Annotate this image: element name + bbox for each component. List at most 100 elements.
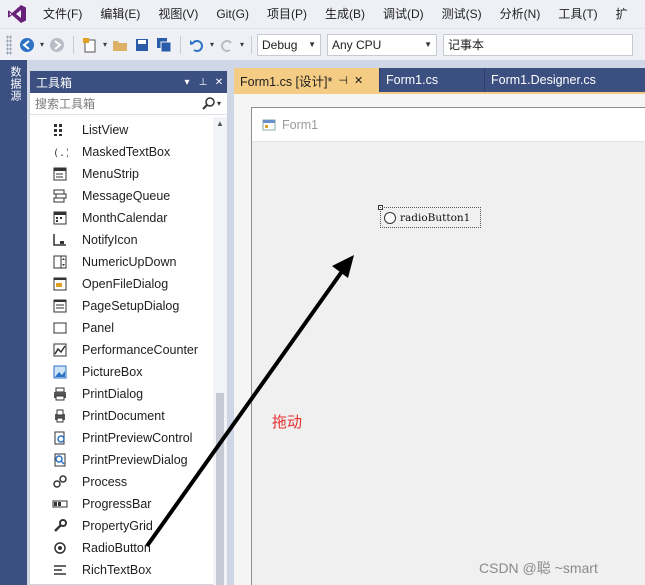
new-project-icon[interactable]: [80, 35, 100, 55]
scroll-up-icon[interactable]: ▲: [216, 119, 224, 128]
tab-form1-design[interactable]: Form1.cs [设计]* ⊣ ✕: [234, 68, 380, 92]
back-icon[interactable]: [17, 35, 37, 55]
toolbox-search-input[interactable]: [35, 96, 199, 111]
visual-studio-logo-icon[interactable]: [0, 0, 34, 28]
forward-icon[interactable]: [47, 35, 67, 55]
toolbox-item-label: PropertyGrid: [82, 519, 153, 533]
redo-dropdown-icon[interactable]: ▾: [238, 35, 246, 55]
search-icon[interactable]: [199, 97, 217, 110]
window-position-dropdown-icon[interactable]: ▾: [179, 77, 195, 88]
toolbox-item-menustrip[interactable]: MenuStrip: [30, 163, 212, 185]
toolbox-item-picturebox[interactable]: PictureBox: [30, 361, 212, 383]
document-tabs: Form1.cs [设计]* ⊣ ✕ Form1.cs Form1.Design…: [234, 68, 645, 92]
toolbox-item-label: PrintPreviewControl: [82, 431, 193, 445]
pin-icon[interactable]: ⊥: [195, 77, 211, 88]
save-all-icon[interactable]: [154, 35, 174, 55]
toolbox-item-printpreviewcontrol[interactable]: PrintPreviewControl: [30, 427, 212, 449]
menu-item[interactable]: 扩: [607, 0, 637, 28]
printdialog-icon: [52, 386, 68, 402]
tab-form1-cs[interactable]: Form1.cs: [380, 68, 485, 92]
propertygrid-icon: [52, 518, 68, 534]
menu-item[interactable]: 测试(S): [433, 0, 491, 28]
tab-label: Form1.cs: [386, 73, 439, 87]
toolbox-item-notifyicon[interactable]: NotifyIcon: [30, 229, 212, 251]
solution-config-value: Debug: [262, 37, 298, 52]
monthcalendar-icon: [52, 210, 68, 226]
startup-project-select[interactable]: 记事本: [443, 33, 633, 56]
toolbox-item-numericupdown[interactable]: NumericUpDown: [30, 251, 212, 273]
back-dropdown-icon[interactable]: ▾: [38, 35, 46, 55]
radiobutton-icon: [52, 540, 68, 556]
watermark: CSDN @聪 ~smart: [479, 560, 598, 576]
toolbox-item-label: PrintDialog: [82, 387, 144, 401]
menu-bar: 文件(F) 编辑(E) 视图(V) Git(G) 项目(P) 生成(B) 调试(D) 测试(S…: [0, 0, 645, 28]
tab-form1-designer-cs[interactable]: Form1.Designer.cs: [485, 68, 645, 92]
messagequeue-icon: [52, 188, 68, 204]
redo-icon[interactable]: [217, 35, 237, 55]
toolbox-item-propertygrid[interactable]: PropertyGrid: [30, 515, 212, 537]
toolbox-item-progressbar[interactable]: ProgressBar: [30, 493, 212, 515]
menu-item[interactable]: 编辑(E): [91, 0, 149, 28]
menu-item[interactable]: 视图(V): [149, 0, 207, 28]
platform-select[interactable]: Any CPU ▼: [327, 33, 437, 56]
pin-icon[interactable]: ⊣: [338, 74, 348, 87]
toolbar-grip[interactable]: [6, 34, 12, 55]
toolbox-item-label: MenuStrip: [82, 167, 139, 181]
toolbox-item-maskedtextbox[interactable]: (.)- MaskedTextBox: [30, 141, 212, 163]
toolbox-item-printpreviewdialog[interactable]: PrintPreviewDialog: [30, 449, 212, 471]
toolbox-item-radiobutton[interactable]: RadioButton: [30, 537, 212, 559]
toolbox-item-label: PerformanceCounter: [82, 343, 199, 357]
toolbox-item-performancecounter[interactable]: PerformanceCounter: [30, 339, 212, 361]
solution-config-select[interactable]: Debug ▼: [257, 33, 321, 56]
toolbox-item-richtextbox[interactable]: RichTextBox: [30, 559, 212, 581]
toolbox-item-label: PrintPreviewDialog: [82, 453, 188, 467]
menu-item[interactable]: 调试(D): [374, 0, 433, 28]
toolbox-item-label: MonthCalendar: [82, 211, 168, 225]
open-folder-icon[interactable]: [110, 35, 130, 55]
performancecounter-icon: [52, 342, 68, 358]
toolbox-item-label: Panel: [82, 321, 114, 335]
menu-item[interactable]: 生成(B): [316, 0, 374, 28]
toolbox-item-printdocument[interactable]: PrintDocument: [30, 405, 212, 427]
undo-icon[interactable]: [187, 35, 207, 55]
printpreviewcontrol-icon: [52, 430, 68, 446]
toolbox-item-label: ListView: [82, 123, 129, 137]
scrollbar-thumb[interactable]: [216, 393, 224, 585]
close-icon[interactable]: ✕: [354, 74, 363, 87]
toolbox-item-monthcalendar[interactable]: MonthCalendar: [30, 207, 212, 229]
menu-item[interactable]: 工具(T): [549, 0, 606, 28]
process-icon: [52, 474, 68, 490]
svg-text:(.)-: (.)-: [53, 148, 68, 159]
new-dropdown-icon[interactable]: ▾: [101, 35, 109, 55]
toolbox-item-list: ListView (.)- MaskedTextBox MenuStrip Messag…: [30, 117, 212, 585]
panel-icon: [52, 320, 68, 336]
toolbox-item-pagesetupdialog[interactable]: PageSetupDialog: [30, 295, 212, 317]
undo-dropdown-icon[interactable]: ▾: [208, 35, 216, 55]
toolbar-separator: [180, 35, 181, 54]
toolbox-item-listview[interactable]: ListView: [30, 119, 212, 141]
toolbox-scrollbar[interactable]: ▲: [213, 117, 227, 585]
close-icon[interactable]: ✕: [211, 77, 227, 88]
numericupdown-icon: [52, 254, 68, 270]
search-options-dropdown-icon[interactable]: ▾: [217, 99, 227, 108]
form-titlebar[interactable]: Form1: [252, 108, 645, 142]
radio-button-control[interactable]: radioButton1: [380, 207, 481, 228]
toolbox-title: 工具箱: [36, 75, 73, 90]
toolbox-item-messagequeue[interactable]: MessageQueue: [30, 185, 212, 207]
toolbox-item-label: PrintDocument: [82, 409, 165, 423]
drag-label: 拖动: [272, 414, 303, 431]
toolbox-item-openfiledialog[interactable]: OpenFileDialog: [30, 273, 212, 295]
pagesetupdialog-icon: [52, 298, 68, 314]
menu-item[interactable]: 文件(F): [34, 0, 91, 28]
toolbox-item-panel[interactable]: Panel: [30, 317, 212, 339]
form-preview-window[interactable]: Form1: [251, 107, 645, 585]
menu-item[interactable]: 分析(N): [491, 0, 550, 28]
save-icon[interactable]: [132, 35, 152, 55]
data-sources-tab[interactable]: 数据源: [7, 66, 23, 102]
menu-item[interactable]: 项目(P): [258, 0, 316, 28]
menu-item[interactable]: Git(G): [207, 0, 258, 28]
chevron-down-icon: ▼: [308, 40, 316, 49]
toolbox-item-printdialog[interactable]: PrintDialog: [30, 383, 212, 405]
toolbox-item-label: NumericUpDown: [82, 255, 177, 269]
toolbox-item-process[interactable]: Process: [30, 471, 212, 493]
